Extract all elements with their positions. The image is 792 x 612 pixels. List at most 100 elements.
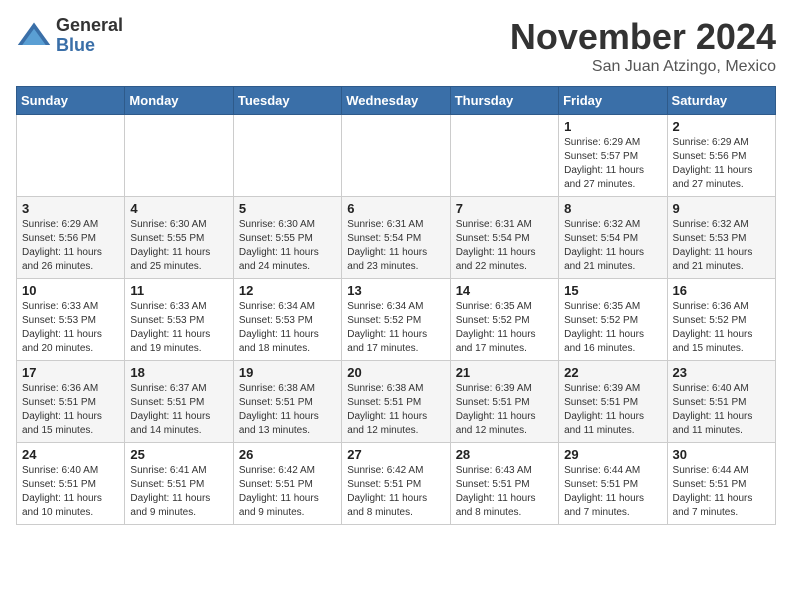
calendar-day-cell: 16 Sunrise: 6:36 AM Sunset: 5:52 PM Dayli… xyxy=(667,279,775,361)
calendar-day-cell: 17 Sunrise: 6:36 AM Sunset: 5:51 PM Dayli… xyxy=(17,361,125,443)
day-number: 12 xyxy=(239,283,336,298)
day-info: Sunrise: 6:30 AM Sunset: 5:55 PM Dayligh… xyxy=(239,218,336,274)
day-info: Sunrise: 6:34 AM Sunset: 5:52 PM Dayligh… xyxy=(347,300,444,356)
day-number: 14 xyxy=(456,283,553,298)
day-info: Sunrise: 6:37 AM Sunset: 5:51 PM Dayligh… xyxy=(130,382,227,438)
day-number: 16 xyxy=(673,283,770,298)
day-number: 28 xyxy=(456,447,553,462)
day-number: 18 xyxy=(130,365,227,380)
calendar-header-row: SundayMondayTuesdayWednesdayThursdayFrid… xyxy=(17,87,776,115)
day-number: 15 xyxy=(564,283,661,298)
calendar-day-cell xyxy=(342,115,450,197)
day-info: Sunrise: 6:42 AM Sunset: 5:51 PM Dayligh… xyxy=(347,464,444,520)
calendar-day-cell: 23 Sunrise: 6:40 AM Sunset: 5:51 PM Dayli… xyxy=(667,361,775,443)
calendar-day-cell: 10 Sunrise: 6:33 AM Sunset: 5:53 PM Dayli… xyxy=(17,279,125,361)
calendar-day-cell: 11 Sunrise: 6:33 AM Sunset: 5:53 PM Dayli… xyxy=(125,279,233,361)
day-number: 27 xyxy=(347,447,444,462)
month-title: November 2024 xyxy=(510,16,776,58)
day-info: Sunrise: 6:44 AM Sunset: 5:51 PM Dayligh… xyxy=(673,464,770,520)
day-info: Sunrise: 6:36 AM Sunset: 5:52 PM Dayligh… xyxy=(673,300,770,356)
day-info: Sunrise: 6:39 AM Sunset: 5:51 PM Dayligh… xyxy=(456,382,553,438)
calendar-day-cell: 13 Sunrise: 6:34 AM Sunset: 5:52 PM Dayli… xyxy=(342,279,450,361)
calendar-day-cell: 14 Sunrise: 6:35 AM Sunset: 5:52 PM Dayli… xyxy=(450,279,558,361)
calendar-day-header: Sunday xyxy=(17,87,125,115)
calendar-day-cell xyxy=(233,115,341,197)
day-number: 23 xyxy=(673,365,770,380)
location-subtitle: San Juan Atzingo, Mexico xyxy=(510,58,776,76)
calendar-day-header: Monday xyxy=(125,87,233,115)
day-info: Sunrise: 6:29 AM Sunset: 5:56 PM Dayligh… xyxy=(22,218,119,274)
day-number: 29 xyxy=(564,447,661,462)
calendar-day-cell: 15 Sunrise: 6:35 AM Sunset: 5:52 PM Dayli… xyxy=(559,279,667,361)
day-number: 5 xyxy=(239,201,336,216)
calendar-table: SundayMondayTuesdayWednesdayThursdayFrid… xyxy=(16,86,776,525)
logo: General Blue xyxy=(16,16,123,56)
calendar-day-cell: 28 Sunrise: 6:43 AM Sunset: 5:51 PM Dayli… xyxy=(450,443,558,525)
calendar-day-cell: 8 Sunrise: 6:32 AM Sunset: 5:54 PM Daylig… xyxy=(559,197,667,279)
calendar-day-cell: 25Sunrise: 6:41 AM Sunset: 5:51 PM Dayli… xyxy=(125,443,233,525)
day-number: 9 xyxy=(673,201,770,216)
title-block: November 2024 San Juan Atzingo, Mexico xyxy=(510,16,776,76)
calendar-day-cell: 26 Sunrise: 6:42 AM Sunset: 5:51 PM Dayli… xyxy=(233,443,341,525)
day-info: Sunrise: 6:29 AM Sunset: 5:57 PM Dayligh… xyxy=(564,136,661,192)
calendar-day-cell xyxy=(450,115,558,197)
calendar-day-cell: 30 Sunrise: 6:44 AM Sunset: 5:51 PM Dayli… xyxy=(667,443,775,525)
calendar-day-cell: 24 Sunrise: 6:40 AM Sunset: 5:51 PM Dayli… xyxy=(17,443,125,525)
logo-icon xyxy=(16,18,52,54)
day-number: 25 xyxy=(130,447,227,462)
page-header: General Blue November 2024 San Juan Atzi… xyxy=(16,16,776,76)
day-info: Sunrise: 6:32 AM Sunset: 5:54 PM Dayligh… xyxy=(564,218,661,274)
day-info: Sunrise: 6:35 AM Sunset: 5:52 PM Dayligh… xyxy=(456,300,553,356)
calendar-week-row: 1Sunrise: 6:29 AM Sunset: 5:57 PM Daylig… xyxy=(17,115,776,197)
calendar-week-row: 24 Sunrise: 6:40 AM Sunset: 5:51 PM Dayli… xyxy=(17,443,776,525)
day-info: Sunrise: 6:31 AM Sunset: 5:54 PM Dayligh… xyxy=(456,218,553,274)
day-number: 20 xyxy=(347,365,444,380)
calendar-day-header: Saturday xyxy=(667,87,775,115)
day-info: Sunrise: 6:29 AM Sunset: 5:56 PM Dayligh… xyxy=(673,136,770,192)
day-number: 4 xyxy=(130,201,227,216)
day-info: Sunrise: 6:35 AM Sunset: 5:52 PM Dayligh… xyxy=(564,300,661,356)
calendar-day-cell: 6Sunrise: 6:31 AM Sunset: 5:54 PM Daylig… xyxy=(342,197,450,279)
day-number: 13 xyxy=(347,283,444,298)
day-info: Sunrise: 6:40 AM Sunset: 5:51 PM Dayligh… xyxy=(22,464,119,520)
day-info: Sunrise: 6:32 AM Sunset: 5:53 PM Dayligh… xyxy=(673,218,770,274)
day-info: Sunrise: 6:40 AM Sunset: 5:51 PM Dayligh… xyxy=(673,382,770,438)
calendar-day-cell: 21 Sunrise: 6:39 AM Sunset: 5:51 PM Dayli… xyxy=(450,361,558,443)
day-number: 24 xyxy=(22,447,119,462)
calendar-day-cell: 27 Sunrise: 6:42 AM Sunset: 5:51 PM Dayli… xyxy=(342,443,450,525)
day-info: Sunrise: 6:30 AM Sunset: 5:55 PM Dayligh… xyxy=(130,218,227,274)
day-number: 26 xyxy=(239,447,336,462)
day-number: 6 xyxy=(347,201,444,216)
day-info: Sunrise: 6:38 AM Sunset: 5:51 PM Dayligh… xyxy=(347,382,444,438)
calendar-day-cell: 22 Sunrise: 6:39 AM Sunset: 5:51 PM Dayli… xyxy=(559,361,667,443)
calendar-day-cell: 5 Sunrise: 6:30 AM Sunset: 5:55 PM Daylig… xyxy=(233,197,341,279)
day-number: 2 xyxy=(673,119,770,134)
day-number: 22 xyxy=(564,365,661,380)
calendar-day-header: Tuesday xyxy=(233,87,341,115)
calendar-day-cell: 20 Sunrise: 6:38 AM Sunset: 5:51 PM Dayli… xyxy=(342,361,450,443)
day-number: 8 xyxy=(564,201,661,216)
day-number: 11 xyxy=(130,283,227,298)
calendar-day-cell xyxy=(125,115,233,197)
day-info: Sunrise: 6:33 AM Sunset: 5:53 PM Dayligh… xyxy=(130,300,227,356)
day-number: 30 xyxy=(673,447,770,462)
day-info: Sunrise: 6:43 AM Sunset: 5:51 PM Dayligh… xyxy=(456,464,553,520)
calendar-day-cell: 7 Sunrise: 6:31 AM Sunset: 5:54 PM Daylig… xyxy=(450,197,558,279)
day-number: 21 xyxy=(456,365,553,380)
day-number: 10 xyxy=(22,283,119,298)
day-info: Sunrise: 6:33 AM Sunset: 5:53 PM Dayligh… xyxy=(22,300,119,356)
day-number: 17 xyxy=(22,365,119,380)
calendar-day-cell: 2 Sunrise: 6:29 AM Sunset: 5:56 PM Daylig… xyxy=(667,115,775,197)
day-info: Sunrise: 6:42 AM Sunset: 5:51 PM Dayligh… xyxy=(239,464,336,520)
day-number: 7 xyxy=(456,201,553,216)
logo-blue-text: Blue xyxy=(56,35,95,55)
day-info: Sunrise: 6:39 AM Sunset: 5:51 PM Dayligh… xyxy=(564,382,661,438)
calendar-week-row: 17 Sunrise: 6:36 AM Sunset: 5:51 PM Dayli… xyxy=(17,361,776,443)
calendar-day-cell: 29Sunrise: 6:44 AM Sunset: 5:51 PM Dayli… xyxy=(559,443,667,525)
calendar-day-cell: 18 Sunrise: 6:37 AM Sunset: 5:51 PM Dayli… xyxy=(125,361,233,443)
calendar-week-row: 3Sunrise: 6:29 AM Sunset: 5:56 PM Daylig… xyxy=(17,197,776,279)
day-info: Sunrise: 6:36 AM Sunset: 5:51 PM Dayligh… xyxy=(22,382,119,438)
calendar-day-header: Friday xyxy=(559,87,667,115)
logo-general-text: General xyxy=(56,15,123,35)
calendar-day-cell: 9 Sunrise: 6:32 AM Sunset: 5:53 PM Daylig… xyxy=(667,197,775,279)
